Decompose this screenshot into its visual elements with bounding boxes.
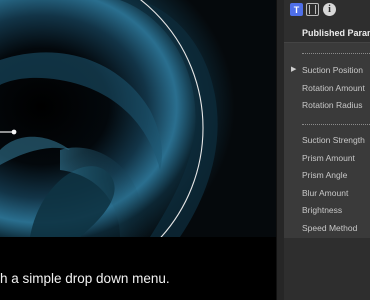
app-window: h a simple drop down menu. T i Published… — [0, 0, 370, 300]
menu-separator — [302, 124, 370, 125]
menu-item-blur-amount[interactable]: Blur Amount — [302, 188, 348, 198]
menu-item-suction-strength[interactable]: Suction Strength — [302, 135, 365, 145]
parameter-dropdown-menu: ▶ Suction Position Rotation Amount Rotat… — [284, 42, 370, 238]
text-inspector-tab[interactable]: T — [290, 3, 303, 16]
menu-item-rotation-radius[interactable]: Rotation Radius — [302, 100, 362, 110]
menu-item-speed-method[interactable]: Speed Method — [302, 223, 357, 233]
inspector-panel: T i Published Parame ▶ Suction Position … — [284, 0, 370, 300]
film-icon[interactable] — [306, 3, 319, 16]
text-icon: T — [293, 4, 300, 15]
info-icon: i — [328, 4, 331, 15]
menu-item-brightness[interactable]: Brightness — [302, 205, 342, 215]
subtitle-caption: h a simple drop down menu. — [0, 271, 170, 286]
menu-item-rotation-amount[interactable]: Rotation Amount — [302, 83, 365, 93]
selected-arrow-icon: ▶ — [291, 66, 297, 73]
menu-item-suction-position[interactable]: Suction Position — [302, 65, 363, 75]
video-viewer[interactable] — [0, 0, 276, 237]
inspector-tabbar: T i — [284, 0, 370, 20]
position-handle[interactable] — [11, 129, 17, 135]
section-title: Published Parame — [302, 28, 370, 38]
caption-bar: h a simple drop down menu. — [0, 237, 276, 300]
info-inspector-tab[interactable]: i — [323, 3, 336, 16]
panel-divider[interactable] — [276, 0, 284, 300]
menu-item-prism-amount[interactable]: Prism Amount — [302, 153, 355, 163]
menu-separator — [302, 53, 370, 54]
video-frame — [0, 0, 276, 237]
menu-item-prism-angle[interactable]: Prism Angle — [302, 170, 347, 180]
